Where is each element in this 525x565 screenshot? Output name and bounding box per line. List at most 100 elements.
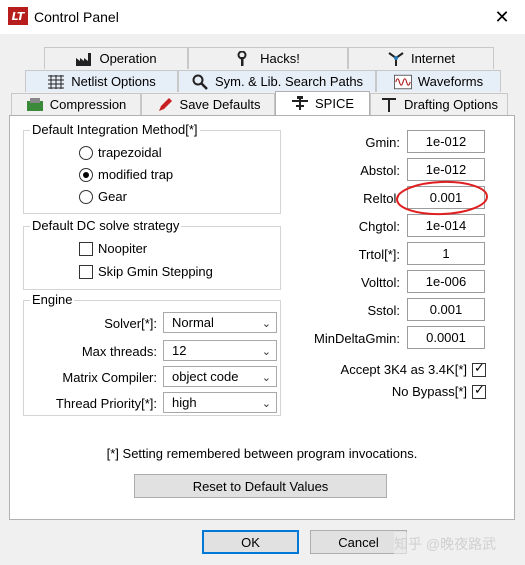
dc-solve-group: Default DC solve strategy Noopiter Skip … xyxy=(23,218,281,290)
engine-title: Engine xyxy=(30,292,75,308)
mindeltagmin-label: MinDeltaGmin: xyxy=(314,331,400,346)
tab-spice[interactable]: SPICE xyxy=(275,91,370,115)
watermark-text: 知乎 @晚夜路武 xyxy=(394,536,497,552)
solver-select[interactable]: Normal ⌄ xyxy=(163,312,277,333)
compiler-select[interactable]: object code ⌄ xyxy=(163,366,277,387)
engine-group: Engine Solver[*]: Normal ⌄ Max threads: … xyxy=(23,292,281,416)
tab-save-defaults[interactable]: Save Defaults xyxy=(141,93,275,115)
skip-gmin-label: Skip Gmin Stepping xyxy=(98,264,213,279)
chevron-down-icon: ⌄ xyxy=(261,397,271,410)
tab-netlist-options-label: Netlist Options xyxy=(71,74,156,89)
radio-modified-trap[interactable]: modified trap xyxy=(79,167,173,182)
chevron-down-icon: ⌄ xyxy=(261,345,271,358)
noopiter-checkbox-row[interactable]: Noopiter xyxy=(79,241,147,256)
tab-internet-label: Internet xyxy=(410,51,456,66)
threads-label: Max threads: xyxy=(81,344,157,359)
no-bypass-checkbox[interactable] xyxy=(472,383,486,399)
radio-trapezoidal[interactable]: trapezoidal xyxy=(79,145,162,160)
sstol-label: Sstol: xyxy=(367,303,400,318)
chevron-down-icon: ⌄ xyxy=(261,317,271,330)
tab-drafting-options-label: Drafting Options xyxy=(404,97,498,112)
tab-operation[interactable]: Operation xyxy=(44,47,188,69)
close-button[interactable]: ✕ xyxy=(491,6,513,28)
chevron-down-icon: ⌄ xyxy=(261,371,271,384)
chgtol-label: Chgtol: xyxy=(358,219,400,234)
gmin-label: Gmin: xyxy=(365,135,400,150)
cancel-button[interactable]: Cancel xyxy=(310,530,407,554)
reltol-field[interactable]: 0.001 xyxy=(407,186,485,209)
solver-label: Solver[*]: xyxy=(104,316,157,331)
radio-gear[interactable]: Gear xyxy=(79,189,127,204)
ltspice-app-icon: LT xyxy=(8,7,28,25)
skip-gmin-checkbox[interactable] xyxy=(79,264,93,279)
ok-button[interactable]: OK xyxy=(202,530,299,554)
tab-hacks[interactable]: Hacks! xyxy=(188,47,348,69)
volttol-field[interactable]: 1e-006 xyxy=(407,270,485,293)
tab-search-paths[interactable]: Sym. & Lib. Search Paths xyxy=(178,70,376,92)
wrench-icon xyxy=(236,50,254,67)
tab-compression[interactable]: Compression xyxy=(11,93,141,115)
window-title: Control Panel xyxy=(34,9,119,25)
chgtol-field[interactable]: 1e-014 xyxy=(407,214,485,237)
radio-button[interactable] xyxy=(79,145,93,160)
drafting-icon xyxy=(380,97,398,113)
reset-defaults-button[interactable]: Reset to Default Values xyxy=(134,474,387,498)
pencil-icon xyxy=(156,97,174,113)
tab-waveforms[interactable]: Waveforms xyxy=(376,70,501,92)
priority-select[interactable]: high ⌄ xyxy=(163,392,277,413)
threads-select[interactable]: 12 ⌄ xyxy=(163,340,277,361)
tab-drafting-options[interactable]: Drafting Options xyxy=(370,93,508,115)
abstol-label: Abstol: xyxy=(360,163,400,178)
reltol-label: Reltol: xyxy=(363,191,400,206)
antenna-icon xyxy=(387,51,405,67)
tab-search-paths-label: Sym. & Lib. Search Paths xyxy=(214,74,364,89)
waveform-icon xyxy=(393,74,412,90)
accept-3k4-row[interactable]: Accept 3K4 as 3.4K[*] xyxy=(340,361,486,377)
compiler-value: object code xyxy=(172,369,239,384)
noopiter-label: Noopiter xyxy=(98,241,148,256)
accept-3k4-label: Accept 3K4 as 3.4K[*] xyxy=(340,362,467,377)
compression-icon xyxy=(26,97,44,113)
dc-solve-title: Default DC solve strategy xyxy=(30,218,182,234)
zhihu-watermark: 知乎 @晚夜路武 xyxy=(394,532,518,556)
tab-spice-label: SPICE xyxy=(314,96,354,111)
noopiter-checkbox[interactable] xyxy=(79,241,93,256)
tab-compression-label: Compression xyxy=(49,97,127,112)
priority-value: high xyxy=(172,395,197,410)
tab-internet[interactable]: Internet xyxy=(348,47,494,69)
skip-gmin-checkbox-row[interactable]: Skip Gmin Stepping xyxy=(79,264,213,279)
priority-label: Thread Priority[*]: xyxy=(55,396,157,411)
threads-value: 12 xyxy=(172,343,187,358)
netlist-icon xyxy=(47,74,65,90)
integration-method-title: Default Integration Method[*] xyxy=(30,122,200,138)
magnifier-icon xyxy=(191,74,209,90)
no-bypass-row[interactable]: No Bypass[*] xyxy=(391,383,486,399)
no-bypass-label: No Bypass[*] xyxy=(391,384,467,399)
trtol-field[interactable]: 1 xyxy=(407,242,485,265)
trtol-label: Trtol[*]: xyxy=(358,247,400,262)
spice-settings-panel: Default Integration Method[*] trapezoida… xyxy=(9,115,515,520)
volttol-label: Volttol: xyxy=(360,275,400,290)
spice-icon xyxy=(291,95,309,112)
compiler-label: Matrix Compiler: xyxy=(62,370,157,385)
abstol-field[interactable]: 1e-012 xyxy=(407,158,485,181)
tab-operation-label: Operation xyxy=(99,51,157,66)
radio-button[interactable] xyxy=(79,189,93,204)
tab-hacks-label: Hacks! xyxy=(260,51,300,66)
tab-waveforms-label: Waveforms xyxy=(417,74,484,89)
integration-method-group: Default Integration Method[*] trapezoida… xyxy=(23,122,281,214)
radio-gear-label: Gear xyxy=(98,189,127,204)
footnote-text: [*] Setting remembered between program i… xyxy=(106,446,418,461)
radio-trapezoidal-label: trapezoidal xyxy=(98,145,162,160)
tab-netlist-options[interactable]: Netlist Options xyxy=(25,70,178,92)
title-bar: LT Control Panel ✕ xyxy=(0,0,525,34)
mindeltagmin-field[interactable]: 0.0001 xyxy=(407,326,485,349)
solver-value: Normal xyxy=(172,315,214,330)
accept-3k4-checkbox[interactable] xyxy=(472,361,486,377)
radio-button-selected[interactable] xyxy=(79,167,93,182)
sstol-field[interactable]: 0.001 xyxy=(407,298,485,321)
radio-modified-trap-label: modified trap xyxy=(98,167,174,182)
gmin-field[interactable]: 1e-012 xyxy=(407,130,485,153)
tab-save-defaults-label: Save Defaults xyxy=(179,97,261,112)
factory-icon xyxy=(75,51,93,67)
